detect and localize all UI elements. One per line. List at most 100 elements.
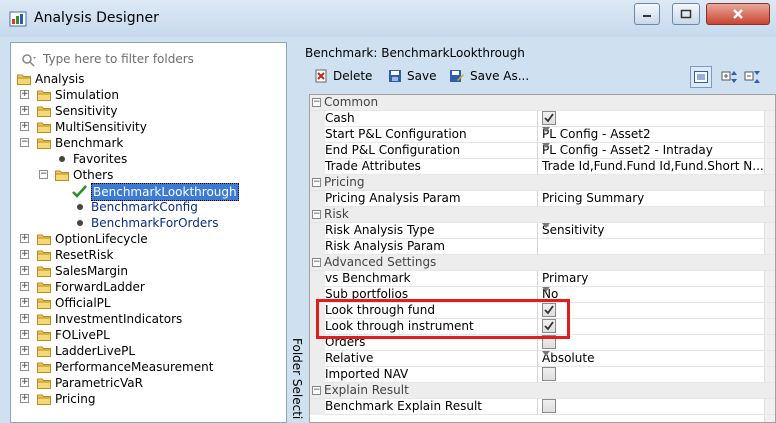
checkbox-unchecked[interactable] [542,399,556,413]
close-button[interactable] [706,3,770,25]
collapse-icon[interactable]: − [312,258,321,267]
tree-item-label: LadderLivePL [55,344,136,358]
category-explain-result[interactable]: − Explain Result [310,383,775,399]
property-value[interactable]: Primary [538,271,764,287]
property-value[interactable]: Sensitivity [538,223,764,239]
expand-icon[interactable]: + [20,314,29,323]
tree-item-ladderlivepl[interactable]: + LadderLivePL [11,343,281,359]
collapse-icon[interactable]: − [312,98,321,107]
save-as-button[interactable]: Save As... [449,69,529,83]
property-name-text: Start P&L Configuration [325,127,467,141]
property-value[interactable]: Trade Id,Fund.Fund Id,Fund.Short N... [538,159,764,175]
expand-icon[interactable]: + [20,106,29,115]
tree-item-multisensitivity[interactable]: + MultiSensitivity [11,119,281,135]
property-value[interactable]: PL Config - Asset2 [538,127,764,143]
expand-icon[interactable]: + [20,234,29,243]
property-row: Cash [310,111,775,127]
tree-item-benchmarklookthrough[interactable]: BenchmarkLookthrough [11,183,281,201]
tree-item-analysis[interactable]: Analysis [11,71,281,87]
tree-item-label: Simulation [55,88,119,102]
folder-icon [37,250,51,261]
tree-item-benchmark[interactable]: − Benchmark [11,135,281,151]
category-risk[interactable]: − Risk [310,207,775,223]
collapse-icon[interactable]: − [312,386,321,395]
expand-icon[interactable]: + [20,298,29,307]
expand-icon[interactable]: + [20,90,29,99]
property-value[interactable]: Absolute [538,351,764,367]
dropdown-arrow-icon[interactable] [542,287,550,292]
tree-item-forwardladder[interactable]: + ForwardLadder [11,279,281,295]
folder-filter-input[interactable]: Type here to filter folders [19,51,279,69]
property-value[interactable] [538,319,764,335]
property-value[interactable]: Pricing Summary [538,191,764,207]
checkbox-checked[interactable] [542,111,556,125]
property-value[interactable] [538,399,764,415]
tree-item-label: InvestmentIndicators [55,312,183,326]
property-value[interactable] [538,335,764,351]
maximize-button[interactable] [672,3,700,25]
property-value[interactable] [538,111,764,127]
category-advanced-settings[interactable]: − Advanced Settings [310,255,775,271]
tree-item-investmentindicators[interactable]: + InvestmentIndicators [11,311,281,327]
tree-item-pricing[interactable]: + Pricing [11,391,281,407]
folder-icon [37,314,51,325]
property-row: Start P&L Configuration PL Config - Asset… [310,127,775,143]
category-common[interactable]: − Common [310,95,775,111]
app-icon [9,11,27,27]
expand-icon[interactable]: + [20,394,29,403]
property-view-toggle[interactable] [690,66,712,88]
collapse-icon[interactable]: − [312,210,321,219]
tree-item-resetrisk[interactable]: + ResetRisk [11,247,281,263]
property-row: Pricing Analysis Param Pricing Summary [310,191,775,207]
save-button[interactable]: Save [388,69,436,83]
property-row: Relative Absolute [310,351,775,367]
toolbar: Delete Save Save As... [310,66,770,88]
expand-icon[interactable]: + [20,346,29,355]
tree-item-sensitivity[interactable]: + Sensitivity [11,103,281,119]
tree-item-favorites[interactable]: Favorites [11,151,281,167]
check-icon [544,113,554,123]
collapse-all-icon[interactable] [744,69,762,85]
tree-item-parametricvar[interactable]: + ParametricVaR [11,375,281,391]
tree-item-performancemeasurement[interactable]: + PerformanceMeasurement [11,359,281,375]
expand-icon[interactable]: + [20,330,29,339]
collapse-icon[interactable]: − [20,138,29,147]
property-name-text: End P&L Configuration [325,143,461,157]
property-value[interactable] [538,303,764,319]
expand-icon[interactable]: + [20,250,29,259]
expand-icon[interactable]: + [20,282,29,291]
tree-item-salesmargin[interactable]: + SalesMargin [11,263,281,279]
dropdown-arrow-icon[interactable] [542,223,550,228]
dropdown-arrow-icon[interactable] [542,143,550,148]
row-gutter [310,351,325,367]
dropdown-arrow-icon[interactable] [542,127,550,132]
expand-icon[interactable]: + [20,122,29,131]
tree-item-benchmarkconfig[interactable]: BenchmarkConfig [11,199,281,215]
tree-item-optionlifecycle[interactable]: + OptionLifecycle [11,231,281,247]
collapse-icon[interactable]: − [39,170,48,179]
expand-icon[interactable]: + [20,362,29,371]
category-pricing[interactable]: − Pricing [310,175,775,191]
tree-item-simulation[interactable]: + Simulation [11,87,281,103]
tree-item-benchmarkfororders[interactable]: BenchmarkForOrders [11,215,281,231]
property-value[interactable]: No [538,287,764,303]
category-label: Explain Result [324,383,409,397]
property-value[interactable]: PL Config - Asset2 - Intraday [538,143,764,159]
dropdown-arrow-icon[interactable] [542,351,550,356]
delete-button[interactable]: Delete [314,69,372,83]
panel-title: Benchmark: BenchmarkLookthrough [305,46,525,60]
collapse-icon[interactable]: − [312,178,321,187]
folder-selection-tab[interactable]: Folder Selecti [290,338,304,423]
expand-icon[interactable]: + [20,378,29,387]
expand-icon[interactable]: + [20,266,29,275]
checkbox-unchecked[interactable] [542,367,556,381]
tree-item-officialpl[interactable]: + OfficialPL [11,295,281,311]
category-label: Risk [324,207,349,221]
tree-item-others[interactable]: − Others [11,167,281,183]
property-value[interactable] [538,367,764,383]
minimize-button[interactable] [634,3,660,25]
tree-item-label: MultiSensitivity [55,120,147,134]
tree-item-folivepl[interactable]: + FOLivePL [11,327,281,343]
expand-all-icon[interactable] [721,69,739,85]
property-value[interactable] [538,239,764,255]
